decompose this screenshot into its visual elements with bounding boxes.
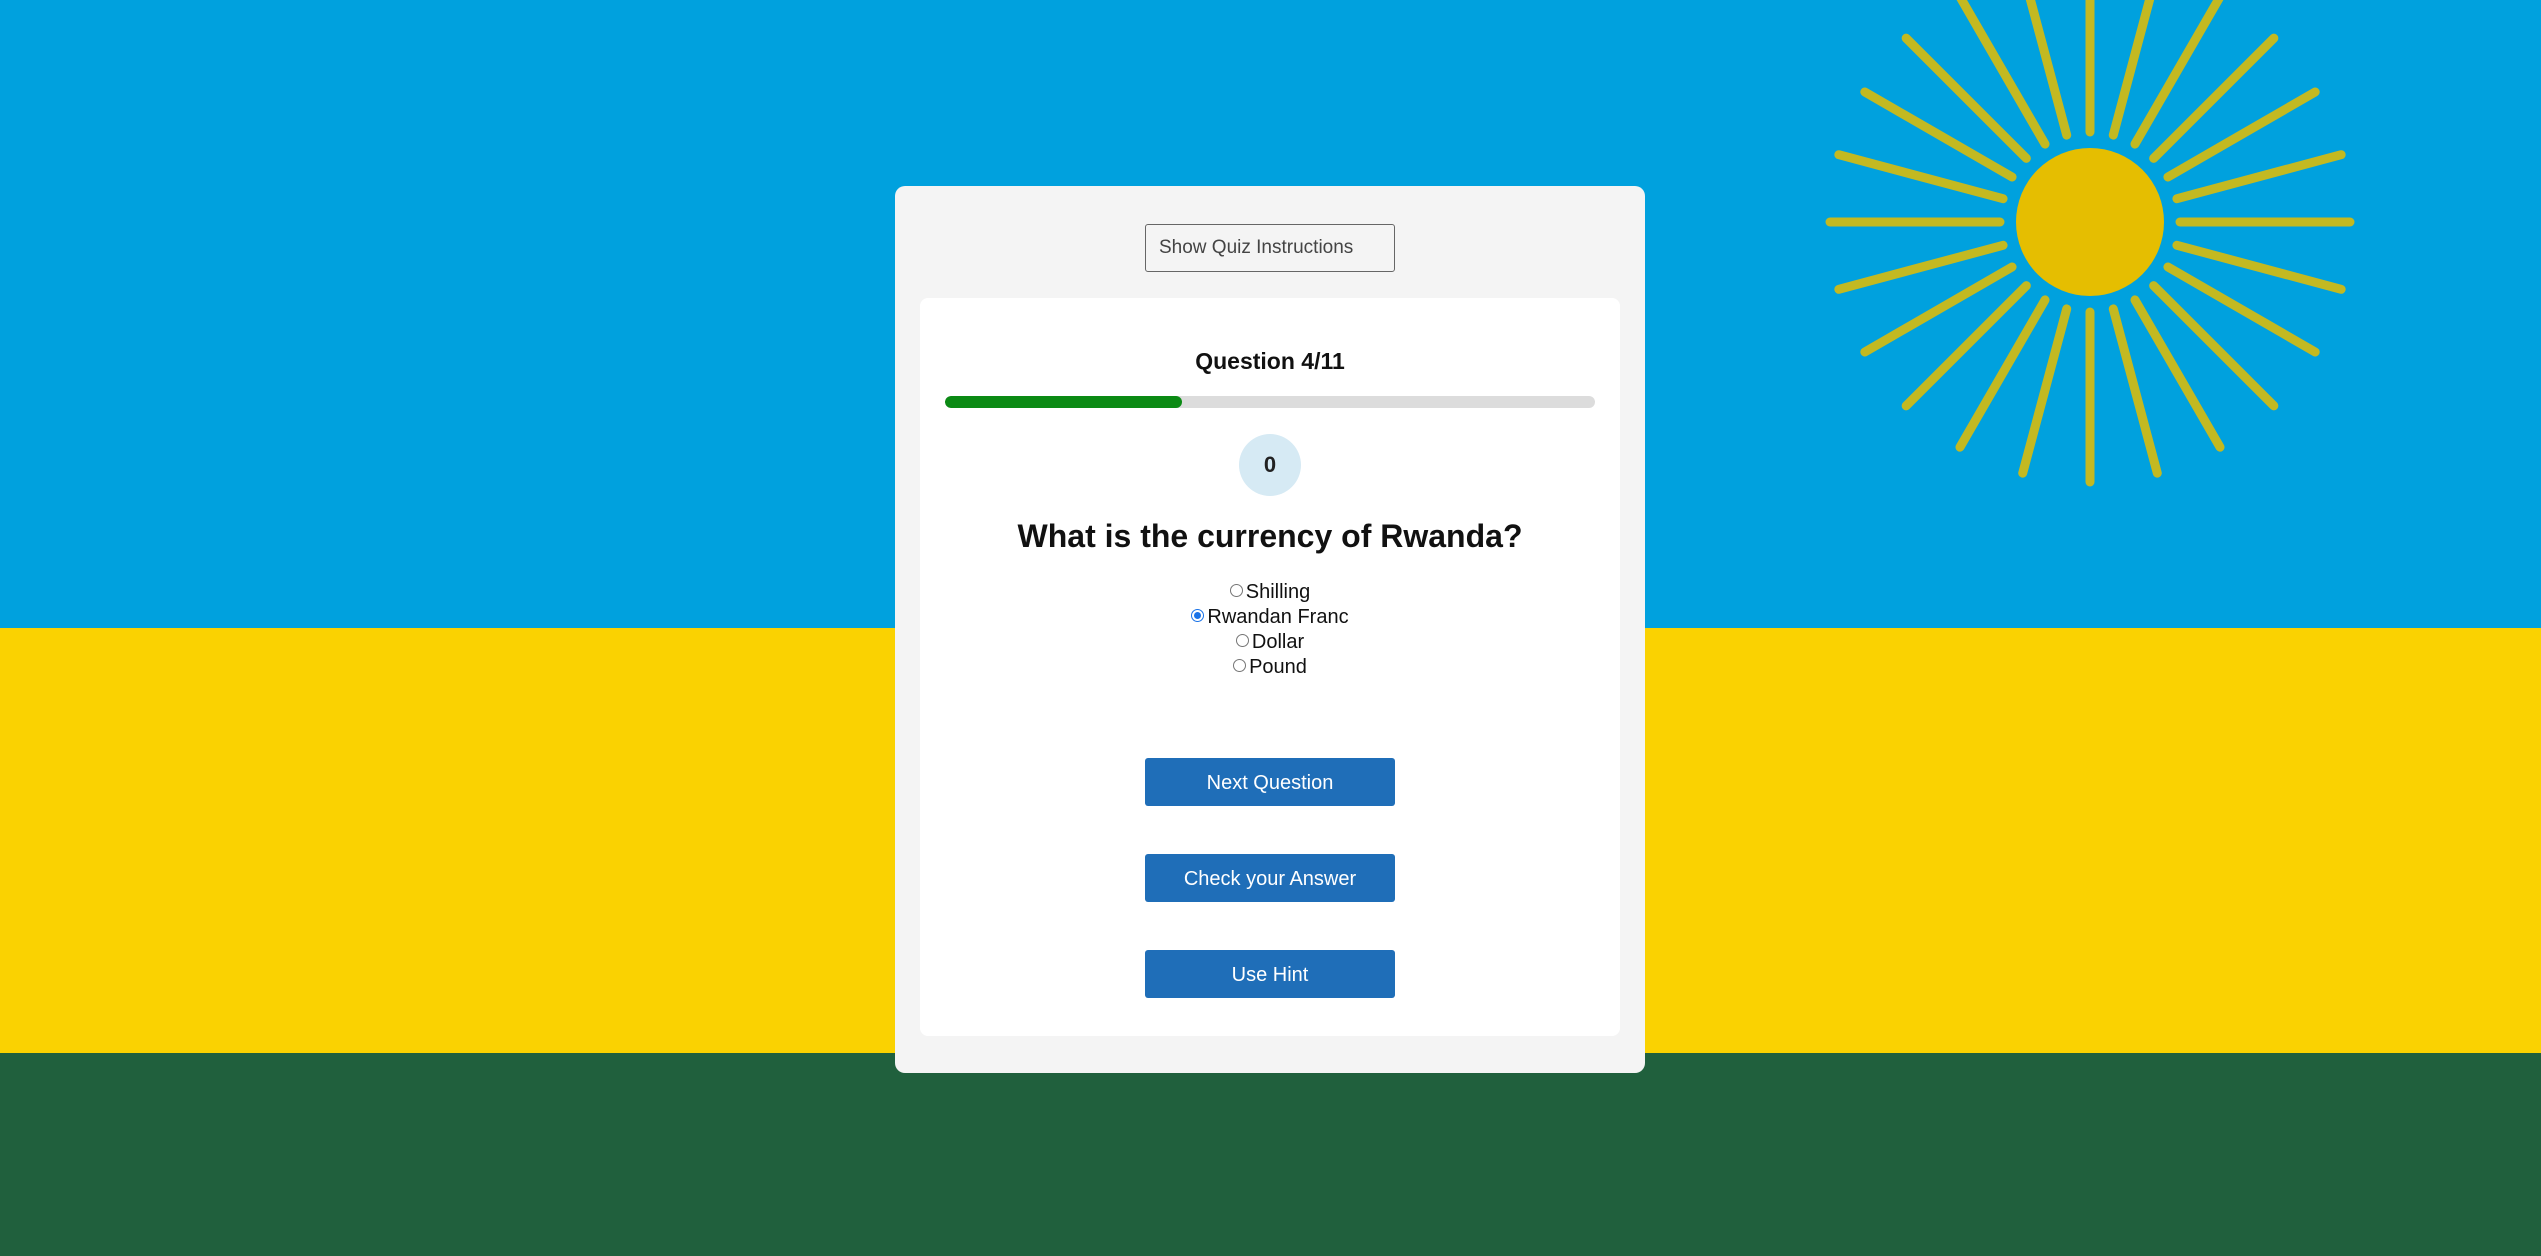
radio-button[interactable] <box>1229 584 1243 597</box>
question-text: What is the currency of Rwanda? <box>1017 518 1523 554</box>
radio-button[interactable] <box>1235 634 1249 647</box>
answer-option-label: Pound <box>1249 656 1307 678</box>
use-hint-button[interactable]: Use Hint <box>1145 950 1395 998</box>
progress-bar-fill <box>945 396 1182 408</box>
answer-option-dollar[interactable]: Dollar <box>920 630 1620 655</box>
answer-option-rwandan-franc[interactable]: Rwandan Franc <box>920 605 1620 630</box>
answer-option-shilling[interactable]: Shilling <box>920 580 1620 605</box>
next-question-button[interactable]: Next Question <box>1145 758 1395 806</box>
sun-ray <box>1901 281 2031 411</box>
progress-bar <box>945 396 1595 408</box>
check-answer-button[interactable]: Check your Answer <box>1145 854 1395 902</box>
question-counter: Question 4/11 <box>1195 348 1345 374</box>
question-panel: Question 4/11 0 What is the currency of … <box>920 298 1620 1036</box>
score-badge: 0 <box>1239 434 1301 496</box>
answer-option-pound[interactable]: Pound <box>920 655 1620 680</box>
radio-button[interactable] <box>1191 609 1205 622</box>
sun-ray <box>1901 33 2031 163</box>
radio-button[interactable] <box>1233 659 1247 672</box>
answer-options: Shilling Rwandan Franc Dollar Pound <box>920 580 1620 680</box>
answer-option-label: Shilling <box>1245 581 1311 603</box>
answer-option-label: Rwandan Franc <box>1207 606 1349 628</box>
sun-icon <box>1825 0 2355 487</box>
flag-green-band <box>0 1053 2541 1256</box>
show-instructions-button[interactable]: Show Quiz Instructions <box>1145 224 1395 272</box>
sun-ray <box>2149 281 2279 411</box>
quiz-card: Show Quiz Instructions Question 4/11 0 W… <box>895 186 1645 1073</box>
answer-option-label: Dollar <box>1251 631 1305 653</box>
sun-ray <box>2149 33 2279 163</box>
